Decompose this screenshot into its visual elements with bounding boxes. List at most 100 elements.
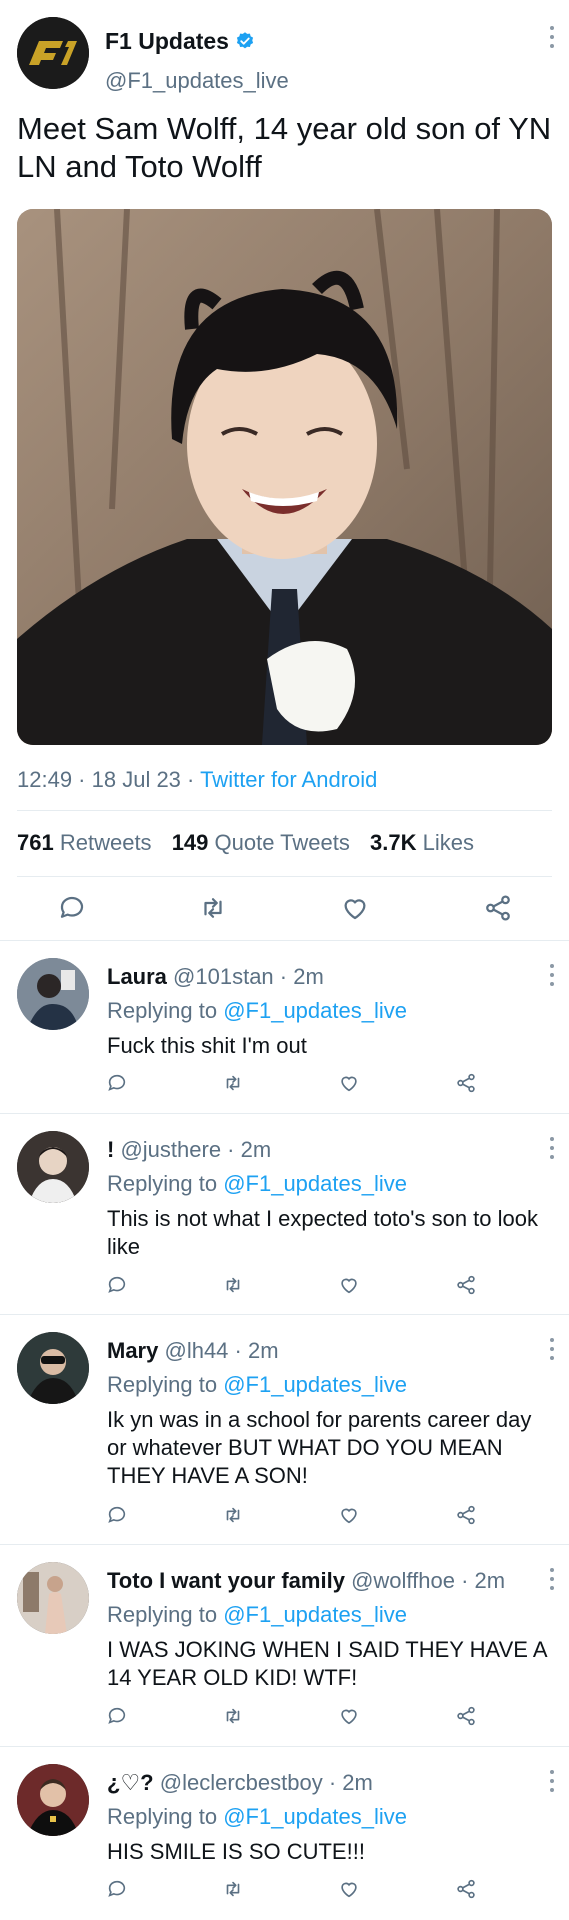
retweet-icon[interactable] <box>222 1705 244 1727</box>
reply-text: Fuck this shit I'm out <box>107 1033 307 1058</box>
more-options-icon[interactable] <box>549 1137 555 1159</box>
reply-handle[interactable]: @101stan <box>173 964 274 989</box>
tweet-source-link[interactable]: Twitter for Android <box>200 767 377 792</box>
separator: · <box>180 767 201 792</box>
replying-to: Replying to @F1_updates_live <box>107 1171 407 1196</box>
reply-handle[interactable]: @wolffhoe <box>351 1568 455 1593</box>
reply-icon[interactable] <box>57 893 87 923</box>
divider <box>17 810 552 811</box>
divider <box>17 876 552 877</box>
replying-to: Replying to @F1_updates_live <box>107 1602 407 1627</box>
share-icon[interactable] <box>455 1072 477 1094</box>
reply-display-name[interactable]: Toto I want your family <box>107 1568 345 1593</box>
divider <box>0 940 569 941</box>
avatar[interactable] <box>17 1764 89 1836</box>
reply-avatar-image <box>17 958 89 1030</box>
share-icon[interactable] <box>455 1274 477 1296</box>
reply-display-name[interactable]: ! <box>107 1137 114 1162</box>
reply-user-line: ¿♡? @leclercbestboy · 2m <box>107 1770 373 1795</box>
reply-icon[interactable] <box>106 1878 128 1900</box>
likes-stat[interactable]: 3.7K Likes <box>370 830 474 855</box>
share-icon[interactable] <box>455 1878 477 1900</box>
avatar[interactable] <box>17 17 89 89</box>
like-icon[interactable] <box>338 1274 360 1296</box>
more-options-icon[interactable] <box>549 1338 555 1360</box>
retweet-icon[interactable] <box>198 893 228 923</box>
replying-to: Replying to @F1_updates_live <box>107 1804 407 1829</box>
f1-logo-icon <box>17 17 89 89</box>
reply-tweet[interactable]: Laura @101stan · 2m Replying to @F1_upda… <box>0 958 569 1108</box>
tweet-actions <box>0 888 569 928</box>
display-name-text: F1 Updates <box>105 28 229 54</box>
reply-icon[interactable] <box>106 1504 128 1526</box>
share-icon[interactable] <box>483 893 513 923</box>
reply-user-line: ! @justhere · 2m <box>107 1137 272 1162</box>
reply-handle[interactable]: @lh44 <box>164 1338 228 1363</box>
more-options-icon[interactable] <box>549 1770 555 1792</box>
retweet-icon[interactable] <box>222 1504 244 1526</box>
replying-to-link[interactable]: @F1_updates_live <box>223 1804 407 1829</box>
reply-tweet[interactable]: ! @justhere · 2m Replying to @F1_updates… <box>0 1131 569 1306</box>
reply-avatar-image <box>17 1764 89 1836</box>
reply-time: 2m <box>474 1568 506 1593</box>
reply-time: 2m <box>240 1137 272 1162</box>
reply-icon[interactable] <box>106 1705 128 1727</box>
display-name[interactable]: F1 Updates <box>105 28 255 55</box>
reply-display-name[interactable]: Mary <box>107 1338 158 1363</box>
like-icon[interactable] <box>338 1705 360 1727</box>
reply-tweet[interactable]: ¿♡? @leclercbestboy · 2m Replying to @F1… <box>0 1764 569 1914</box>
share-icon[interactable] <box>455 1504 477 1526</box>
avatar[interactable] <box>17 1131 89 1203</box>
retweet-icon[interactable] <box>222 1878 244 1900</box>
tweet-text: Meet Sam Wolff, 14 year old son of YN LN… <box>17 111 552 184</box>
reply-handle[interactable]: @leclercbestboy <box>160 1770 323 1795</box>
like-icon[interactable] <box>338 1072 360 1094</box>
verified-badge-icon <box>236 32 254 49</box>
reply-icon[interactable] <box>106 1072 128 1094</box>
tweet-header: F1 Updates @F1_updates_live <box>0 0 569 93</box>
reply-tweet[interactable]: Mary @lh44 · 2m Replying to @F1_updates_… <box>0 1332 569 1542</box>
avatar[interactable] <box>17 1332 89 1404</box>
tweet-date: 18 Jul 23 <box>91 767 181 792</box>
avatar[interactable] <box>17 958 89 1030</box>
tweet-stats: 761 Retweets 149 Quote Tweets 3.7K Likes <box>17 830 474 856</box>
reply-handle[interactable]: @justhere <box>120 1137 221 1162</box>
like-icon[interactable] <box>338 1878 360 1900</box>
reply-time: 2m <box>342 1770 373 1795</box>
tweet-time: 12:49 <box>17 767 73 792</box>
replying-to-link[interactable]: @F1_updates_live <box>223 1372 407 1397</box>
reply-time: 2m <box>247 1338 279 1363</box>
reply-icon[interactable] <box>106 1274 128 1296</box>
tweet-photo[interactable] <box>17 209 552 745</box>
like-icon[interactable] <box>338 1504 360 1526</box>
share-icon[interactable] <box>455 1705 477 1727</box>
reply-display-name[interactable]: ¿♡? <box>107 1770 154 1795</box>
divider <box>0 1544 569 1545</box>
more-options-icon[interactable] <box>549 964 555 986</box>
retweet-icon[interactable] <box>222 1274 244 1296</box>
divider <box>0 1314 569 1315</box>
retweet-icon[interactable] <box>222 1072 244 1094</box>
replying-to-link[interactable]: @F1_updates_live <box>223 1602 407 1627</box>
reply-user-line: Mary @lh44 · 2m <box>107 1338 279 1363</box>
replying-to-link[interactable]: @F1_updates_live <box>223 1171 407 1196</box>
reply-avatar-image <box>17 1332 89 1404</box>
more-options-icon[interactable] <box>549 26 555 48</box>
reply-text: I WAS JOKING WHEN I SAID THEY HAVE A 14 … <box>107 1637 547 1690</box>
avatar[interactable] <box>17 1562 89 1634</box>
handle[interactable]: @F1_updates_live <box>105 68 289 94</box>
reply-user-line: Laura @101stan · 2m <box>107 964 324 989</box>
quote-tweets-stat[interactable]: 149 Quote Tweets <box>172 830 350 855</box>
more-options-icon[interactable] <box>549 1568 555 1590</box>
divider <box>0 1113 569 1114</box>
like-icon[interactable] <box>340 893 370 923</box>
retweets-stat[interactable]: 761 Retweets <box>17 830 152 855</box>
replying-to: Replying to @F1_updates_live <box>107 998 407 1023</box>
reply-display-name[interactable]: Laura <box>107 964 167 989</box>
reply-text: Ik yn was in a school for parents career… <box>107 1407 532 1488</box>
reply-tweet[interactable]: Toto I want your family @wolffhoe · 2m R… <box>0 1562 569 1742</box>
divider <box>0 1746 569 1747</box>
photo-of-smiling-boy <box>17 209 552 745</box>
replying-to-link[interactable]: @F1_updates_live <box>223 998 407 1023</box>
reply-avatar-image <box>17 1562 89 1634</box>
